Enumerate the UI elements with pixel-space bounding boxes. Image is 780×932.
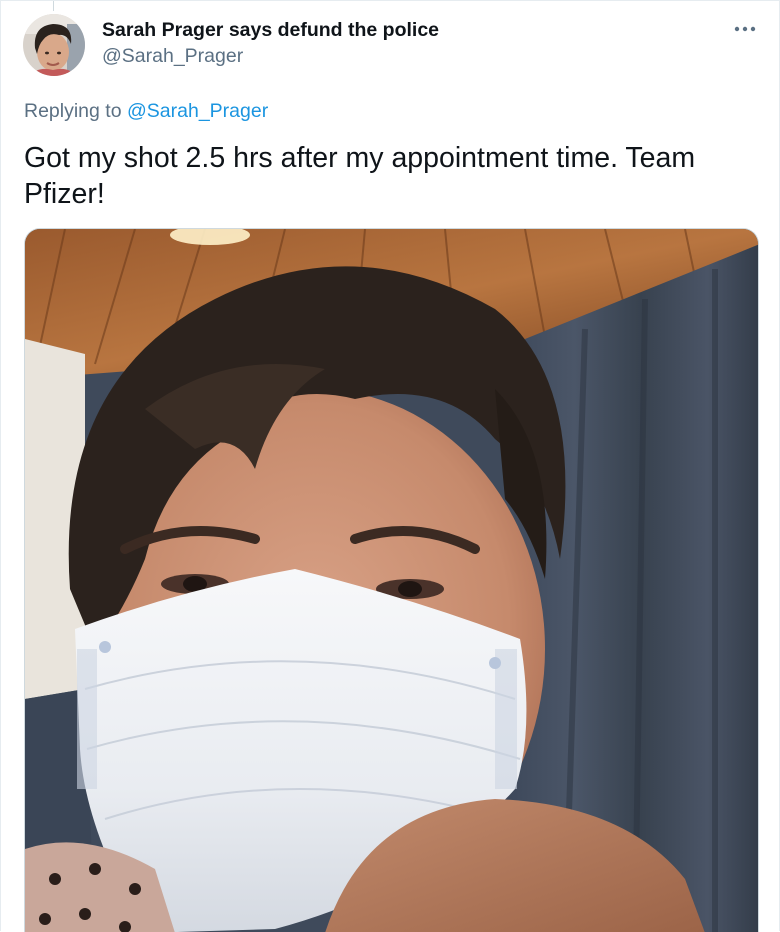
more-horizontal-icon <box>734 26 756 32</box>
more-options-button[interactable] <box>727 17 763 41</box>
replying-to-prefix: Replying to <box>24 100 127 122</box>
selfie-photo <box>25 229 758 932</box>
tweet-card: Sarah Prager says defund the police @Sar… <box>0 0 780 932</box>
display-name[interactable]: Sarah Prager says defund the police <box>102 17 439 43</box>
avatar[interactable] <box>23 14 85 76</box>
avatar-image <box>23 14 85 76</box>
tweet-text: Got my shot 2.5 hrs after my appointment… <box>24 142 696 210</box>
replying-to-link[interactable]: @Sarah_Prager <box>127 100 268 122</box>
author-block[interactable]: Sarah Prager says defund the police @Sar… <box>102 17 439 69</box>
author-handle[interactable]: @Sarah_Prager <box>102 43 439 69</box>
replying-to-line: Replying to @Sarah_Prager <box>24 98 268 124</box>
tweet-photo[interactable] <box>24 228 759 932</box>
thread-connector-line <box>53 1 54 11</box>
